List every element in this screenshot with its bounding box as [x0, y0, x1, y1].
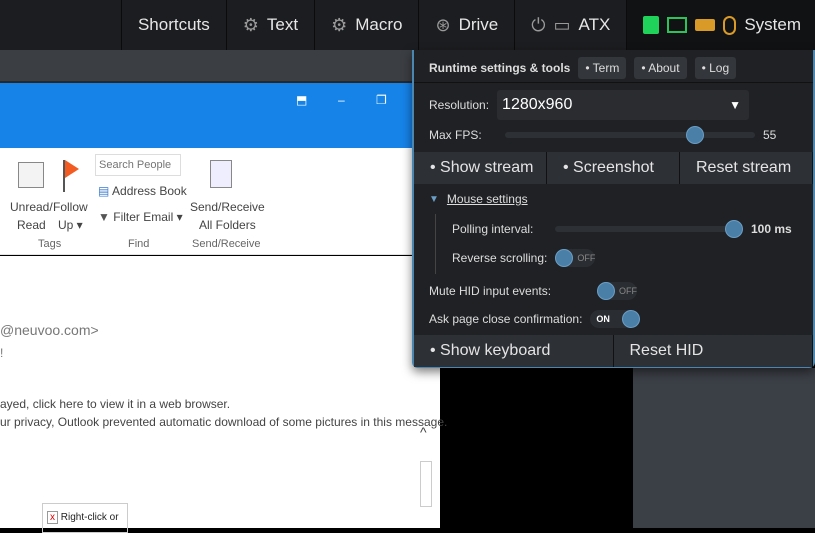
group-tags: Tags — [38, 238, 62, 250]
display-status-icon — [667, 17, 688, 33]
group-find: Find — [128, 238, 150, 250]
image-alt-text: Right-click or — [60, 512, 119, 523]
background-area — [633, 368, 815, 528]
mute-hid-toggle[interactable]: OFF — [597, 282, 637, 300]
panel-title: Runtime settings & tools — [429, 61, 571, 75]
mouse-settings-toggle[interactable]: Mouse settings — [447, 192, 528, 206]
broken-image: x Right-click or — [42, 503, 128, 533]
ribbon-display-icon[interactable]: ⬒ — [296, 93, 307, 107]
power-icon: ⏻ — [531, 14, 546, 35]
label: Unread/ — [10, 200, 53, 214]
label: Follow — [53, 200, 88, 214]
outlook-ribbon: Unread/Read Follow Up ▾ Tags ▤ Address Bo… — [0, 148, 440, 255]
top-menu-bar: Shortcuts ⚙ Text ⚙ Macro ⊛ Drive ⏻ ▭ ATX Syst… — [0, 0, 815, 50]
menu-label: System — [744, 15, 801, 34]
label: Address Book — [112, 184, 187, 198]
system-settings-panel: Runtime settings & tools • Term • About … — [412, 50, 815, 368]
reverse-scrolling-toggle[interactable]: OFF — [555, 249, 596, 267]
follow-up-button[interactable]: Follow Up ▾ — [53, 198, 88, 234]
indent-line — [435, 214, 436, 274]
drive-icon: ⊛ — [435, 14, 451, 35]
subject-fragment: ! — [0, 346, 4, 360]
menu-drive[interactable]: ⊛ Drive — [418, 0, 514, 50]
menu-macro[interactable]: ⚙ Macro — [314, 0, 418, 50]
minimize-icon[interactable]: – — [338, 93, 345, 107]
address-book-button[interactable]: ▤ Address Book — [98, 184, 187, 198]
address-book-icon: ▤ — [98, 184, 110, 198]
max-fps-slider[interactable] — [505, 126, 755, 144]
slider-knob[interactable] — [685, 126, 704, 144]
resolution-value: 1280x960 — [502, 96, 573, 113]
label: Filter Email ▾ — [113, 210, 183, 224]
group-send-receive: Send/Receive — [192, 238, 261, 250]
send-receive-icon — [210, 160, 232, 188]
gear-icon: ⚙ — [331, 14, 348, 35]
resolution-select[interactable]: 1280x960 ▼ — [497, 90, 750, 120]
toggle-state: ON — [596, 314, 610, 324]
page-close-confirm-toggle[interactable]: ON — [590, 310, 641, 328]
menu-atx[interactable]: ⏻ ▭ ATX — [514, 0, 626, 50]
network-status-icon — [643, 16, 660, 34]
outlook-titlebar: ⬒ – ❐ — [0, 83, 440, 148]
label: Read — [17, 218, 46, 232]
menu-shortcuts[interactable]: Shortcuts — [120, 0, 226, 50]
slider-knob[interactable] — [725, 220, 743, 238]
max-fps-label: Max FPS: — [429, 128, 482, 142]
chevron-down-icon: ▼ — [729, 98, 742, 112]
polling-interval-slider[interactable] — [555, 220, 743, 238]
menu-system[interactable]: System — [626, 0, 815, 50]
sender-address: @neuvoo.com> — [0, 322, 99, 338]
broken-image-icon: x — [47, 511, 58, 524]
menu-label: Shortcuts — [137, 15, 210, 34]
envelope-icon — [18, 162, 44, 188]
keyboard-status-icon — [695, 19, 716, 31]
label: Send/Receive — [190, 200, 265, 214]
mute-hid-label: Mute HID input events: — [429, 284, 552, 298]
reset-stream-button[interactable]: Reset stream — [680, 152, 813, 184]
gear-icon: ⚙ — [242, 14, 259, 35]
label: All Folders — [199, 218, 256, 232]
show-keyboard-button[interactable]: • Show keyboard — [414, 335, 614, 367]
search-people-input[interactable] — [95, 154, 181, 176]
reverse-scrolling-label: Reverse scrolling: — [452, 251, 548, 265]
page-close-confirm-label: Ask page close confirmation: — [429, 312, 583, 326]
unread-read-button[interactable]: Unread/Read — [10, 198, 53, 234]
reset-hid-button[interactable]: Reset HID — [614, 335, 813, 367]
menu-label: Drive — [458, 15, 499, 34]
triangle-down-icon: ▼ — [429, 193, 439, 205]
menu-label: Macro — [355, 15, 403, 34]
polling-interval-label: Polling interval: — [452, 222, 534, 236]
max-fps-value: 55 — [763, 128, 777, 142]
log-button[interactable]: • Log — [694, 57, 737, 79]
stream-header — [0, 50, 440, 83]
screenshot-button[interactable]: • Screenshot — [547, 152, 680, 184]
about-button[interactable]: • About — [634, 57, 687, 79]
filter-email-button[interactable]: ▼ Filter Email ▾ — [98, 210, 183, 224]
mouse-status-icon — [723, 15, 737, 35]
scrollbar[interactable] — [420, 461, 432, 507]
send-receive-all-button[interactable]: Send/Receive All Folders — [190, 198, 265, 234]
menu-text[interactable]: ⚙ Text — [225, 0, 314, 50]
polling-interval-value: 100 ms — [751, 222, 792, 236]
menu-label: Text — [266, 15, 299, 34]
hdd-icon: ▭ — [553, 14, 571, 35]
toggle-state: OFF — [619, 286, 637, 296]
flag-icon-fill — [65, 160, 79, 178]
show-stream-button[interactable]: • Show stream — [414, 152, 547, 184]
resolution-label: Resolution: — [429, 98, 490, 112]
view-in-browser-notice[interactable]: ayed, click here to view it in a web bro… — [0, 397, 230, 411]
label: Up ▾ — [57, 218, 83, 232]
pictures-blocked-notice: ur privacy, Outlook prevented automatic … — [0, 415, 448, 429]
divider — [414, 82, 813, 83]
term-button[interactable]: • Term — [578, 57, 627, 79]
collapse-header-icon[interactable]: ^ — [420, 424, 427, 440]
toggle-state: OFF — [577, 253, 596, 263]
restore-icon[interactable]: ❐ — [376, 93, 387, 107]
menu-label: ATX — [578, 15, 611, 34]
email-body: @neuvoo.com> ! ayed, click here to view … — [0, 256, 447, 533]
filter-icon: ▼ — [98, 210, 110, 224]
